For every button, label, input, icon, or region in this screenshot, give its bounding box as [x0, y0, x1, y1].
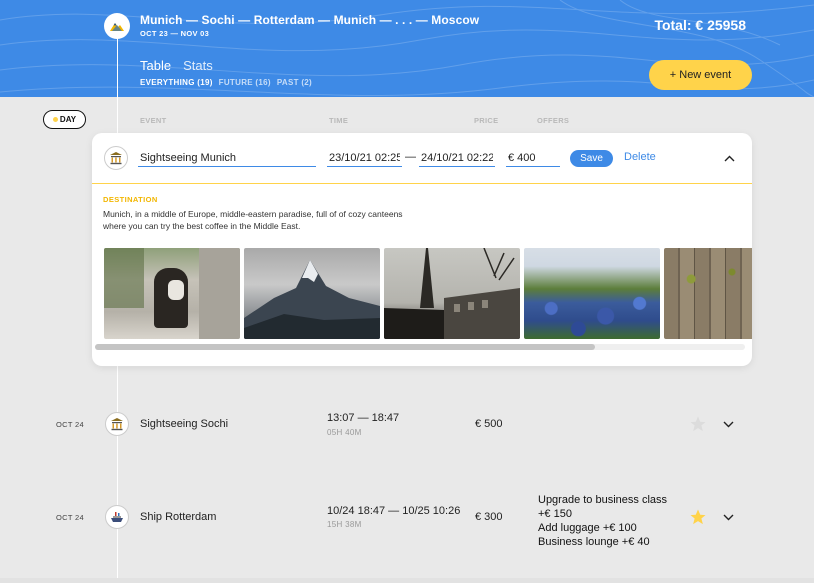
page-bottom-divider [0, 578, 814, 583]
mountains-logo-icon [104, 13, 130, 39]
event-duration: 15H 38M [327, 520, 362, 529]
filter-future[interactable]: FUTURE (16) [219, 78, 271, 87]
chevron-down-icon [723, 514, 733, 520]
end-time-input[interactable] [419, 149, 495, 167]
offer-item: Business lounge +€ 40 [538, 536, 650, 548]
ship-icon [111, 512, 123, 522]
event-type-icon [105, 412, 129, 436]
offer-item: Upgrade to business class +€ 150 [538, 494, 668, 520]
destination-heading: DESTINATION [103, 195, 158, 204]
column-price: PRICE [474, 116, 499, 125]
destination-photos [104, 248, 752, 339]
bluebonnet-photo [524, 248, 660, 339]
event-type-icon [105, 505, 129, 529]
event-duration: 05H 40M [327, 428, 362, 437]
event-time: 10/24 18:47 — 10/25 10:26 [327, 505, 461, 517]
sort-day-label: DAY [59, 115, 77, 124]
column-time: TIME [329, 116, 349, 125]
sort-day-button[interactable]: DAY [43, 110, 86, 129]
new-event-button[interactable]: + New event [649, 60, 752, 90]
landmark-icon [111, 418, 123, 431]
start-time-input[interactable] [327, 149, 402, 167]
event-offers: Upgrade to business class +€ 150 Add lug… [538, 493, 668, 549]
event-date: OCT 24 [56, 513, 84, 522]
street-photo [104, 248, 240, 339]
event-type-button[interactable] [104, 146, 128, 170]
card-divider [92, 183, 752, 184]
event-name: Ship Rotterdam [140, 511, 217, 523]
trip-route: Munich — Sochi — Rotterdam — Munich — . … [140, 13, 480, 27]
save-button[interactable]: Save [570, 150, 613, 167]
trip-dates: OCT 23 — NOV 03 [140, 29, 210, 38]
time-separator: — [405, 151, 416, 163]
event-time: 13:07 — 18:47 [327, 412, 400, 424]
photos-scrollbar-thumb[interactable] [95, 344, 595, 350]
mountain-photo [244, 248, 380, 339]
price-input[interactable] [506, 149, 560, 167]
expand-button[interactable] [720, 509, 736, 525]
trip-total-cost: Total: € 25958 [654, 17, 746, 33]
event-name: Sightseeing Sochi [140, 418, 229, 430]
tab-stats[interactable]: Stats [183, 58, 213, 73]
trip-header: Munich — Sochi — Rotterdam — Munich — . … [0, 0, 814, 97]
event-filters: EVERYTHING (19) FUTURE (16) PAST (2) [140, 78, 312, 87]
eiffel-tower-photo [384, 248, 520, 339]
filter-past[interactable]: PAST (2) [277, 78, 312, 87]
column-offers: OFFERS [537, 116, 570, 125]
expand-button[interactable] [720, 416, 736, 432]
photos-scrollbar[interactable] [95, 344, 745, 350]
column-event: EVENT [140, 116, 167, 125]
destination-input[interactable] [138, 149, 316, 167]
event-price: € 500 [475, 418, 503, 430]
favorite-star-icon[interactable] [689, 415, 707, 433]
event-edit-form: — Save Delete DESTINATION Munich, in a m… [92, 133, 752, 366]
collapse-button[interactable] [721, 150, 737, 166]
filter-everything[interactable]: EVERYTHING (19) [140, 78, 213, 87]
event-date: OCT 24 [56, 420, 84, 429]
offer-item: Add luggage +€ 100 [538, 522, 637, 534]
sort-active-dot-icon [52, 117, 58, 122]
chevron-down-icon [723, 421, 733, 427]
event-price: € 300 [475, 511, 503, 523]
landmark-icon [110, 152, 122, 165]
tab-table[interactable]: Table [140, 58, 171, 73]
delete-button[interactable]: Delete [624, 151, 656, 163]
destination-description: Munich, in a middle of Europe, middle-ea… [103, 209, 403, 231]
wood-photo [664, 248, 752, 339]
chevron-up-icon [724, 155, 734, 161]
favorite-star-icon[interactable] [689, 508, 707, 526]
view-tabs: Table Stats [140, 58, 213, 73]
